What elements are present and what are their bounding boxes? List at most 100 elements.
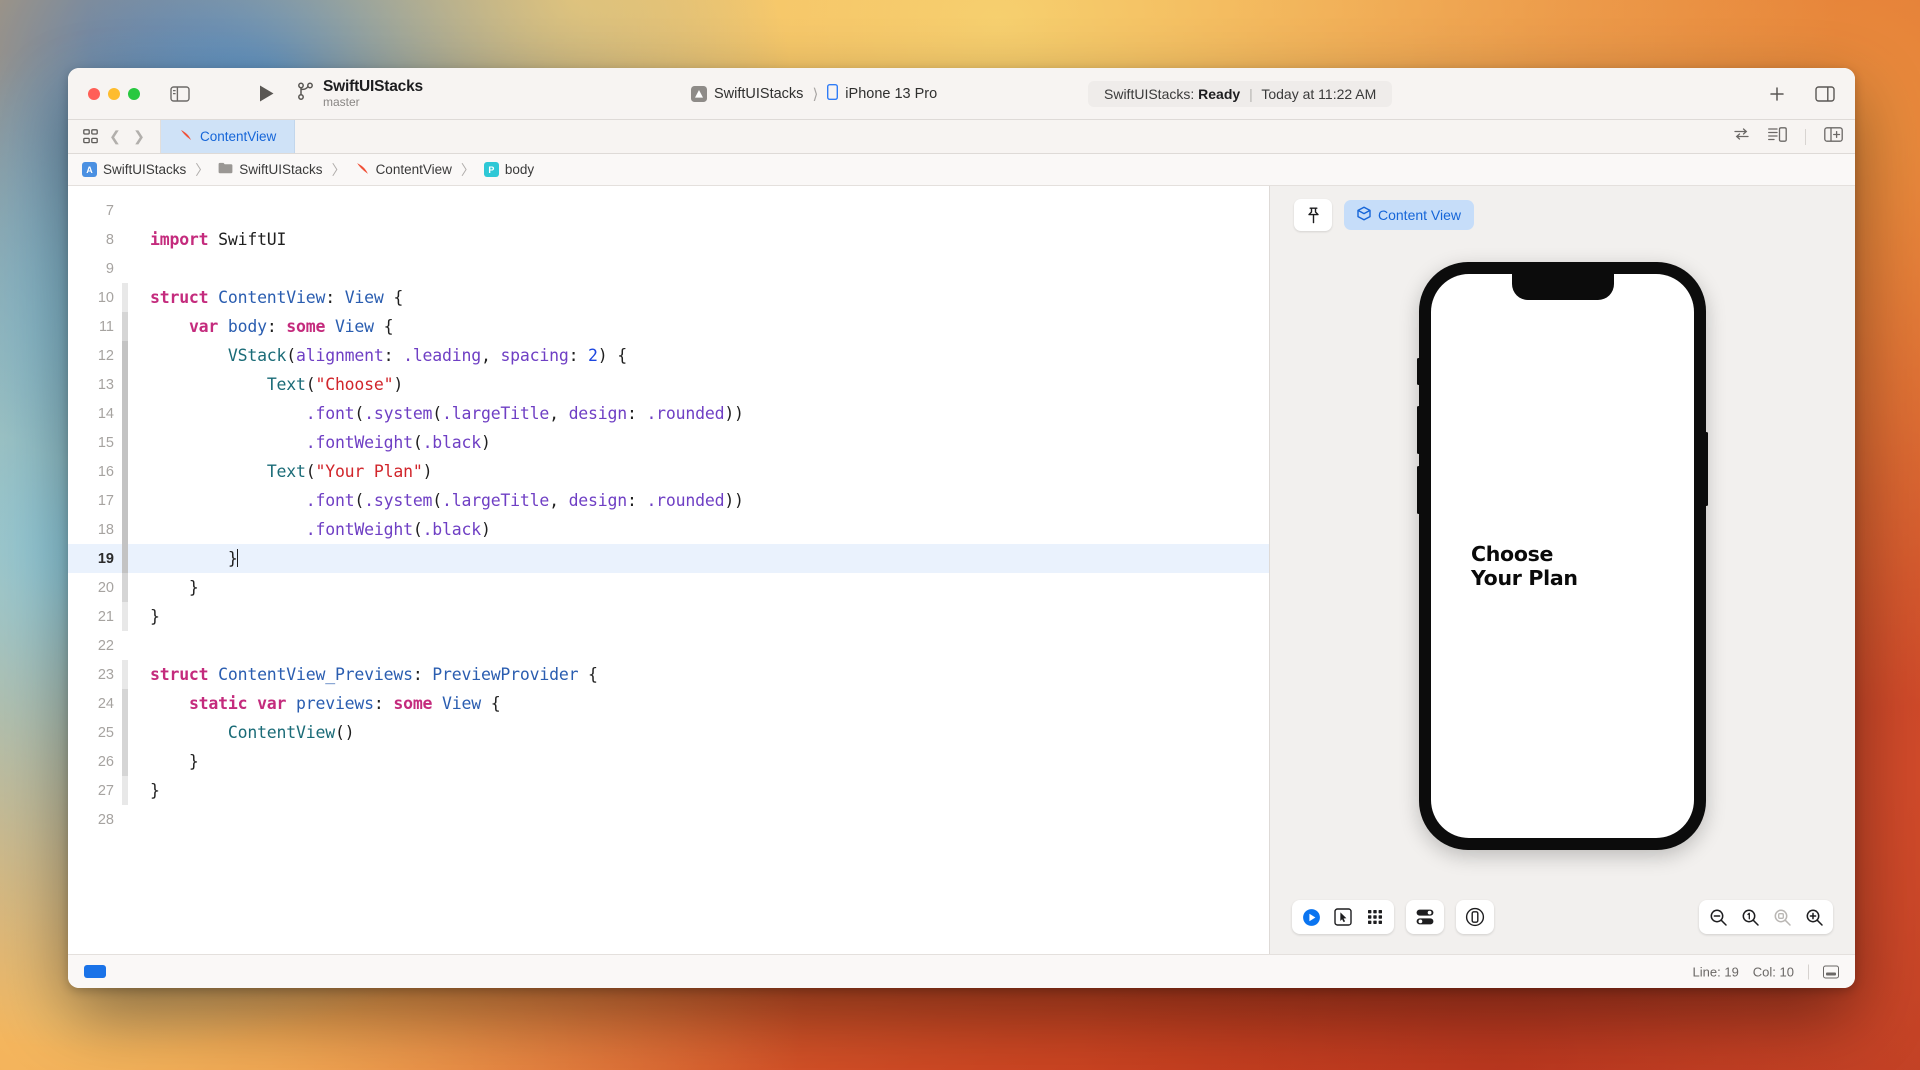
preview-heading-line-1: Choose bbox=[1471, 542, 1554, 566]
code-line[interactable]: 10 struct ContentView: View { bbox=[68, 283, 1269, 312]
preview-stage[interactable]: Choose Your Plan bbox=[1270, 244, 1855, 880]
navigator-sidebar-toggle-icon[interactable] bbox=[166, 82, 194, 106]
code-line-text: } bbox=[150, 752, 199, 771]
code-line[interactable]: 7 bbox=[68, 196, 1269, 225]
navigate-forward-button[interactable]: ❯ bbox=[128, 126, 150, 148]
status-state-label: Ready bbox=[1198, 85, 1241, 102]
code-line[interactable]: 23 struct ContentView_Previews: PreviewPr… bbox=[68, 660, 1269, 689]
scheme-selector[interactable]: SwiftUIStacks master bbox=[297, 78, 423, 109]
line-number: 9 bbox=[105, 260, 114, 277]
traffic-light-group bbox=[88, 87, 140, 100]
device-settings-button[interactable] bbox=[1410, 903, 1440, 931]
zoom-in-button[interactable] bbox=[1799, 903, 1829, 931]
tabbar-nav-group: ❮ ❯ bbox=[68, 120, 161, 153]
status-project-label: SwiftUIStacks: bbox=[1104, 85, 1195, 102]
zoom-window-button[interactable] bbox=[128, 87, 140, 100]
code-line[interactable]: 19 } bbox=[68, 544, 1269, 573]
device-icon bbox=[827, 83, 839, 104]
project-icon: A bbox=[82, 162, 97, 177]
line-number: 23 bbox=[97, 666, 114, 683]
preview-name-pill[interactable]: Content View bbox=[1344, 200, 1475, 230]
zoom-out-button[interactable] bbox=[1703, 903, 1733, 931]
breadcrumb-item-symbol[interactable]: P body bbox=[483, 162, 534, 177]
close-window-button[interactable] bbox=[88, 87, 100, 100]
breadcrumb-label: ContentView bbox=[375, 162, 452, 177]
line-number: 7 bbox=[105, 202, 114, 219]
code-line-text: var body: some View { bbox=[188, 317, 394, 336]
variants-button[interactable] bbox=[1360, 903, 1390, 931]
zoom-actual-size-button[interactable] bbox=[1735, 903, 1765, 931]
code-line-text: import SwiftUI bbox=[150, 230, 287, 249]
line-number: 16 bbox=[97, 463, 114, 480]
line-number: 17 bbox=[97, 492, 114, 509]
volume-up-button bbox=[1417, 406, 1420, 454]
device-bezel-button[interactable] bbox=[1460, 903, 1490, 931]
code-line[interactable]: 12 VStack(alignment: .leading, spacing: … bbox=[68, 341, 1269, 370]
code-line[interactable]: 9 bbox=[68, 254, 1269, 283]
breadcrumb-label: SwiftUIStacks bbox=[103, 162, 187, 177]
canvas-toolbar-bottom bbox=[1270, 880, 1855, 954]
iphone-device-frame: Choose Your Plan bbox=[1417, 262, 1708, 850]
line-number: 27 bbox=[97, 782, 114, 799]
navigate-back-button[interactable]: ❮ bbox=[104, 126, 126, 148]
add-editor-button[interactable] bbox=[1763, 82, 1791, 106]
code-line[interactable]: 16 Text("Your Plan") bbox=[68, 457, 1269, 486]
code-line-text: static var previews: some View { bbox=[188, 694, 501, 713]
swift-file-icon bbox=[355, 161, 370, 179]
code-line[interactable]: 25 ContentView() bbox=[68, 718, 1269, 747]
line-number: 15 bbox=[97, 434, 114, 451]
breadcrumb-item-file[interactable]: ContentView bbox=[355, 161, 452, 179]
code-line[interactable]: 22 bbox=[68, 631, 1269, 660]
code-line[interactable]: 24 static var previews: some View { bbox=[68, 689, 1269, 718]
selectable-mode-button[interactable] bbox=[1328, 903, 1358, 931]
preview-mode-group bbox=[1292, 900, 1394, 934]
preview-cube-icon bbox=[1357, 206, 1371, 224]
code-line[interactable]: 26 } bbox=[68, 747, 1269, 776]
code-line[interactable]: 8 import SwiftUI bbox=[68, 225, 1269, 254]
device-settings-group bbox=[1406, 900, 1444, 934]
run-destination-selector[interactable]: SwiftUIStacks ⟩ iPhone 13 Pro bbox=[681, 80, 947, 108]
tab-label: ContentView bbox=[200, 129, 277, 144]
app-target-icon bbox=[691, 85, 707, 102]
code-line[interactable]: 28 bbox=[68, 805, 1269, 834]
line-number: 13 bbox=[97, 376, 114, 393]
source-code-editor[interactable]: 7 8 import SwiftUI 9 10 struct ContentView: V… bbox=[68, 186, 1269, 954]
code-line[interactable]: 27} bbox=[68, 776, 1269, 805]
code-line[interactable]: 18 .fontWeight(.black) bbox=[68, 515, 1269, 544]
debug-area-toggle[interactable] bbox=[84, 965, 106, 978]
editor-canvas-split: 7 8 import SwiftUI 9 10 struct ContentView: V… bbox=[68, 186, 1855, 954]
minimap-toggle-icon[interactable] bbox=[1768, 126, 1787, 147]
line-number: 21 bbox=[97, 608, 114, 625]
destination-target-label: SwiftUIStacks bbox=[714, 85, 804, 102]
debug-panel-toggle-icon[interactable] bbox=[1823, 965, 1839, 978]
minimize-window-button[interactable] bbox=[108, 87, 120, 100]
editor-options-icon[interactable] bbox=[1733, 127, 1750, 146]
code-line[interactable]: 20 } bbox=[68, 573, 1269, 602]
line-number: 14 bbox=[97, 405, 114, 422]
activity-status-bar[interactable]: SwiftUIStacks: Ready | Today at 11:22 AM bbox=[1088, 80, 1393, 107]
code-line[interactable]: 13 Text("Choose") bbox=[68, 370, 1269, 399]
scope-gutter-bar bbox=[122, 631, 128, 660]
breadcrumb-item-project[interactable]: A SwiftUIStacks bbox=[82, 162, 186, 177]
code-line[interactable]: 15 .fontWeight(.black) bbox=[68, 428, 1269, 457]
zoom-controls-group bbox=[1699, 900, 1833, 934]
code-line[interactable]: 11 var body: some View { bbox=[68, 312, 1269, 341]
related-items-grid-icon[interactable] bbox=[78, 126, 102, 148]
tab-contentview[interactable]: ContentView bbox=[161, 120, 296, 153]
xcode-window: SwiftUIStacks master SwiftUIStacks ⟩ iPh… bbox=[68, 68, 1855, 988]
code-line[interactable]: 17 .font(.system(.largeTitle, design: .r… bbox=[68, 486, 1269, 515]
code-line-list: 7 8 import SwiftUI 9 10 struct ContentView: V… bbox=[68, 186, 1269, 834]
scope-gutter-bar bbox=[122, 254, 128, 283]
zoom-to-fit-button[interactable] bbox=[1767, 903, 1797, 931]
run-button[interactable] bbox=[258, 84, 275, 103]
live-preview-play-button[interactable] bbox=[1296, 903, 1326, 931]
preview-screen[interactable]: Choose Your Plan bbox=[1431, 274, 1694, 838]
add-editor-split-icon[interactable] bbox=[1824, 126, 1843, 147]
pin-preview-button[interactable] bbox=[1294, 199, 1332, 231]
line-number: 12 bbox=[97, 347, 114, 364]
code-line[interactable]: 14 .font(.system(.largeTitle, design: .r… bbox=[68, 399, 1269, 428]
breadcrumb: A SwiftUIStacks 〉 SwiftUIStacks 〉 Conten… bbox=[68, 154, 1855, 186]
code-line[interactable]: 21} bbox=[68, 602, 1269, 631]
inspector-sidebar-toggle-icon[interactable] bbox=[1811, 82, 1839, 106]
breadcrumb-item-group[interactable]: SwiftUIStacks bbox=[218, 162, 323, 177]
